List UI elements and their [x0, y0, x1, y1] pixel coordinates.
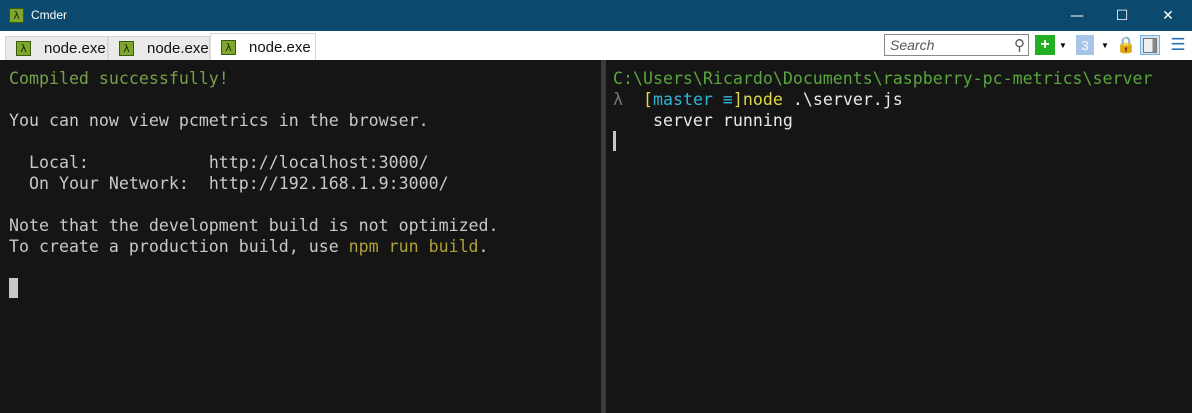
bracket-close: ] [732, 90, 743, 109]
server-output: server running [613, 111, 793, 130]
local-label: Local: [9, 153, 209, 172]
split-view-icon[interactable] [1140, 35, 1160, 55]
prod-prefix: To create a production build, use [9, 237, 349, 256]
tab-node-3[interactable]: λ node.exe [210, 33, 316, 60]
note-message: Note that the development build is not o… [9, 216, 499, 235]
window-title: Cmder [31, 8, 68, 22]
prod-suffix: . [478, 237, 489, 256]
lambda-icon: λ [9, 8, 24, 23]
console-number: 3 [1081, 37, 1089, 53]
compiled-message: Compiled successfully! [9, 69, 229, 88]
lock-icon[interactable]: 🔒 [1116, 35, 1136, 55]
search-placeholder: Search [890, 37, 935, 53]
tab-label: node.exe [249, 38, 311, 56]
lambda-icon: λ [16, 41, 31, 56]
prompt-lambda: λ [613, 90, 643, 109]
lambda-icon: λ [221, 39, 236, 55]
tab-node-1[interactable]: λ node.exe [5, 36, 108, 60]
console-dropdown-icon[interactable]: ▼ [1100, 35, 1110, 55]
new-console-dropdown-icon[interactable]: ▼ [1058, 35, 1068, 55]
right-console-pane[interactable]: C:\Users\Ricardo\Documents\raspberry-pc-… [606, 60, 1192, 413]
new-console-button[interactable]: + [1035, 35, 1055, 55]
local-url[interactable]: http://localhost:3000/ [209, 153, 429, 172]
search-input[interactable]: Search ⚲ [884, 34, 1029, 56]
bracket-open: [ [642, 90, 653, 109]
cursor [613, 131, 616, 151]
search-icon[interactable]: ⚲ [1014, 36, 1025, 54]
lambda-icon: λ [119, 41, 134, 56]
minimize-button[interactable]: — [1054, 0, 1100, 31]
git-branch: master ≡ [652, 90, 733, 109]
title-bar: λ Cmder — ☐ ✕ [0, 0, 1192, 31]
network-label: On Your Network: [9, 174, 209, 193]
hamburger-icon[interactable]: ☰ [1168, 35, 1188, 55]
tab-label: node.exe [147, 40, 209, 57]
console-number-button[interactable]: 3 [1076, 35, 1094, 55]
left-console-pane[interactable]: Compiled successfully! You can now view … [0, 60, 601, 413]
cursor [9, 278, 18, 298]
command-args: .\server.js [782, 90, 903, 109]
command-node: node [742, 90, 783, 109]
view-message: You can now view pcmetrics in the browse… [9, 111, 429, 130]
current-path: C:\Users\Ricardo\Documents\raspberry-pc-… [613, 69, 1153, 88]
network-url[interactable]: http://192.168.1.9:3000/ [209, 174, 449, 193]
close-button[interactable]: ✕ [1145, 0, 1191, 31]
prod-command: npm run build [348, 237, 479, 256]
maximize-button[interactable]: ☐ [1099, 0, 1145, 31]
tab-label: node.exe [44, 40, 106, 57]
tab-node-2[interactable]: λ node.exe [108, 36, 210, 60]
